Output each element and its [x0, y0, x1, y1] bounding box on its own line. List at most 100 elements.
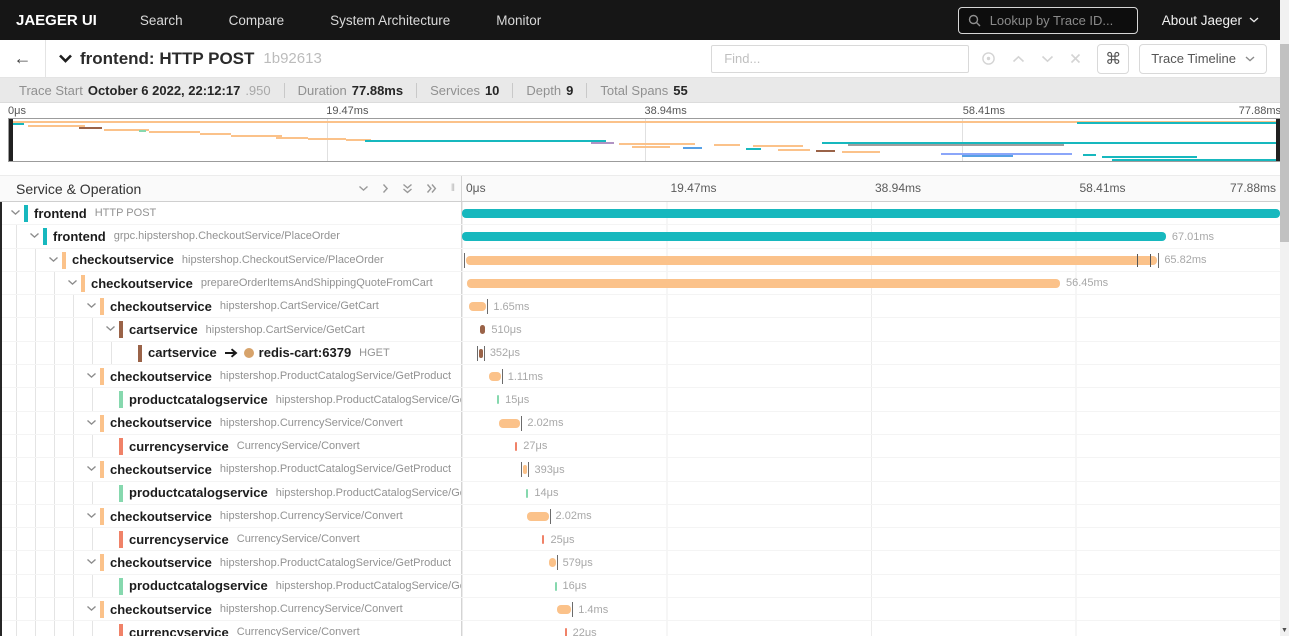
span-expand-chevron-icon[interactable]: [67, 279, 78, 286]
next-match-icon[interactable]: [1041, 55, 1054, 63]
span-bar-cell[interactable]: 56.45ms: [462, 271, 1289, 295]
expand-one-icon[interactable]: [382, 183, 389, 194]
collapse-all-icon[interactable]: [402, 183, 413, 194]
span-bar-cell[interactable]: 393μs: [462, 458, 1289, 481]
span-row[interactable]: currencyservice CurrencyService/Convert 22…: [2, 621, 1289, 636]
span-expand-chevron-icon[interactable]: [86, 605, 97, 612]
span-row[interactable]: checkoutservice hipstershop.CurrencyServi…: [2, 598, 1289, 622]
span-bar-cell[interactable]: 16μs: [462, 574, 1289, 598]
span-duration-bar[interactable]: [499, 418, 521, 428]
span-bar-cell[interactable]: 14μs: [462, 481, 1289, 504]
span-duration-bar[interactable]: [467, 278, 1060, 288]
span-row[interactable]: frontend HTTP POST: [2, 202, 1289, 226]
span-duration-bar[interactable]: [549, 558, 556, 568]
focus-match-icon[interactable]: [981, 51, 996, 66]
span-row[interactable]: currencyservice CurrencyService/Convert 25…: [2, 528, 1289, 552]
span-name-cell[interactable]: checkoutservice hipstershop.ProductCatalo…: [2, 458, 462, 481]
span-row[interactable]: checkoutservice hipstershop.CheckoutServi…: [2, 248, 1289, 272]
span-bar-cell[interactable]: 15μs: [462, 388, 1289, 411]
span-expand-chevron-icon[interactable]: [86, 419, 97, 426]
find-box[interactable]: [711, 44, 970, 73]
span-row[interactable]: checkoutservice hipstershop.ProductCatalo…: [2, 365, 1289, 389]
clear-find-icon[interactable]: [1070, 53, 1081, 64]
span-name-cell[interactable]: checkoutservice hipstershop.CartService/G…: [2, 295, 462, 318]
span-row[interactable]: cartservice hipstershop.CartService/GetCa…: [2, 318, 1289, 342]
trace-id-search[interactable]: [957, 6, 1138, 34]
span-bar-cell[interactable]: 352μs: [462, 341, 1289, 365]
span-expand-chevron-icon[interactable]: [105, 325, 116, 332]
span-bar-cell[interactable]: 22μs: [462, 621, 1289, 636]
nav-item-compare[interactable]: Compare: [206, 13, 308, 28]
span-name-cell[interactable]: checkoutservice hipstershop.CurrencyServi…: [2, 598, 462, 621]
span-duration-bar[interactable]: [564, 628, 567, 636]
span-bar-cell[interactable]: 27μs: [462, 434, 1289, 458]
span-name-cell[interactable]: productcatalogservice hipstershop.Product…: [2, 388, 462, 411]
app-brand[interactable]: JAEGER UI: [0, 12, 117, 29]
span-name-cell[interactable]: cartservice hipstershop.CartService/GetCa…: [2, 318, 462, 341]
minimap-range-handle-left[interactable]: [9, 119, 13, 161]
span-row[interactable]: currencyservice CurrencyService/Convert 27…: [2, 434, 1289, 459]
span-duration-bar[interactable]: [469, 302, 487, 312]
span-row[interactable]: productcatalogservice hipstershop.Product…: [2, 388, 1289, 412]
span-duration-bar[interactable]: [556, 605, 572, 615]
span-name-cell[interactable]: checkoutservice hipstershop.CheckoutServi…: [2, 248, 462, 271]
expand-all-icon[interactable]: [426, 183, 437, 194]
nav-item-system-architecture[interactable]: System Architecture: [307, 13, 473, 28]
span-row[interactable]: checkoutservice hipstershop.CartService/G…: [2, 295, 1289, 319]
span-name-cell[interactable]: checkoutservice hipstershop.CurrencyServi…: [2, 504, 462, 528]
span-name-cell[interactable]: cartservice redis-cart:6379 HGET: [2, 341, 462, 365]
span-duration-bar[interactable]: [479, 348, 483, 358]
about-jaeger-menu[interactable]: About Jaeger: [1162, 13, 1259, 28]
span-row[interactable]: productcatalogservice hipstershop.Product…: [2, 481, 1289, 505]
scrollbar-down-arrow[interactable]: ▼: [1280, 627, 1289, 634]
collapse-trace-chevron-icon[interactable]: [58, 54, 73, 64]
back-button[interactable]: ←: [0, 40, 46, 77]
span-name-cell[interactable]: productcatalogservice hipstershop.Product…: [2, 574, 462, 598]
span-row[interactable]: cartservice redis-cart:6379 HGET 352μs: [2, 341, 1289, 366]
trace-id-search-input[interactable]: [987, 11, 1118, 29]
span-duration-bar[interactable]: [465, 255, 1158, 265]
span-bar-cell[interactable]: 65.82ms: [462, 248, 1289, 271]
span-bar-cell[interactable]: 1.65ms: [462, 295, 1289, 318]
scrollbar-thumb[interactable]: [1280, 44, 1289, 242]
span-bar-cell[interactable]: 2.02ms: [462, 504, 1289, 528]
span-duration-bar[interactable]: [462, 209, 1280, 218]
span-bar-cell[interactable]: 67.01ms: [462, 225, 1289, 248]
span-name-cell[interactable]: currencyservice CurrencyService/Convert: [2, 621, 462, 636]
span-duration-bar[interactable]: [462, 232, 1166, 242]
span-name-cell[interactable]: checkoutservice hipstershop.ProductCatalo…: [2, 365, 462, 388]
span-expand-chevron-icon[interactable]: [86, 512, 97, 519]
span-expand-chevron-icon[interactable]: [10, 209, 21, 216]
span-expand-chevron-icon[interactable]: [48, 256, 59, 263]
span-bar-cell[interactable]: [462, 202, 1289, 225]
span-expand-chevron-icon[interactable]: [86, 372, 97, 379]
span-expand-chevron-icon[interactable]: [86, 302, 97, 309]
span-bar-cell[interactable]: 1.11ms: [462, 365, 1289, 388]
span-row[interactable]: checkoutservice prepareOrderItemsAndShipp…: [2, 271, 1289, 296]
trace-view-selector[interactable]: Trace Timeline: [1139, 43, 1267, 74]
prev-match-icon[interactable]: [1012, 55, 1025, 63]
span-row[interactable]: checkoutservice hipstershop.CurrencyServi…: [2, 504, 1289, 529]
span-bar-cell[interactable]: 510μs: [462, 318, 1289, 341]
span-name-cell[interactable]: frontend grpc.hipstershop.CheckoutService…: [2, 225, 462, 248]
span-name-cell[interactable]: frontend HTTP POST: [2, 202, 462, 225]
span-expand-chevron-icon[interactable]: [29, 232, 40, 239]
span-bar-cell[interactable]: 25μs: [462, 528, 1289, 551]
span-duration-bar[interactable]: [497, 395, 500, 405]
span-row[interactable]: productcatalogservice hipstershop.Product…: [2, 574, 1289, 599]
vertical-scrollbar[interactable]: ▼: [1280, 0, 1289, 636]
minimap-canvas[interactable]: [8, 118, 1281, 162]
span-expand-chevron-icon[interactable]: [86, 465, 97, 472]
span-name-cell[interactable]: currencyservice CurrencyService/Convert: [2, 434, 462, 458]
span-row[interactable]: frontend grpc.hipstershop.CheckoutService…: [2, 225, 1289, 249]
nav-item-monitor[interactable]: Monitor: [473, 13, 564, 28]
nav-item-search[interactable]: Search: [117, 13, 206, 28]
span-bar-cell[interactable]: 2.02ms: [462, 411, 1289, 434]
collapse-one-icon[interactable]: [358, 185, 369, 192]
span-row[interactable]: checkoutservice hipstershop.ProductCatalo…: [2, 458, 1289, 482]
span-name-cell[interactable]: checkoutservice hipstershop.CurrencyServi…: [2, 411, 462, 434]
span-duration-bar[interactable]: [515, 441, 518, 451]
span-bar-cell[interactable]: 1.4ms: [462, 598, 1289, 621]
span-row[interactable]: checkoutservice hipstershop.ProductCatalo…: [2, 551, 1289, 575]
column-resizer-grip[interactable]: ‖: [451, 183, 461, 194]
